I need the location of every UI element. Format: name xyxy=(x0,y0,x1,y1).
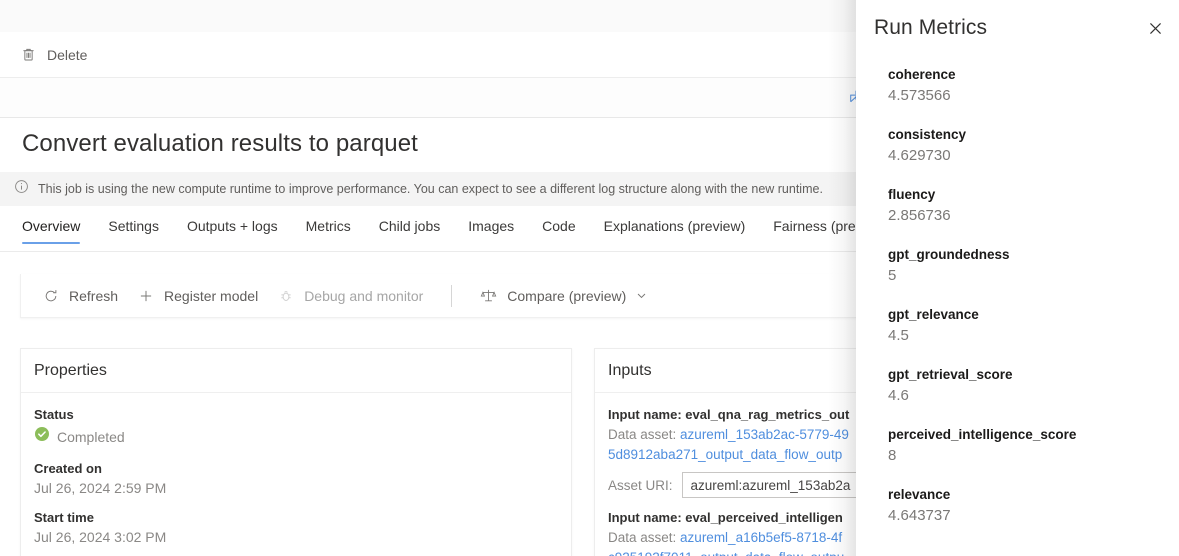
bug-icon xyxy=(278,288,294,304)
asset-uri-label: Asset URI: xyxy=(608,478,673,493)
delete-label: Delete xyxy=(47,47,87,63)
metric-item: gpt_relevance 4.5 xyxy=(888,306,1167,346)
data-asset-label: Data asset: xyxy=(608,530,680,545)
register-model-button[interactable]: Register model xyxy=(130,280,266,312)
tab-label: Images xyxy=(468,218,514,234)
tab-label: Outputs + logs xyxy=(187,218,278,234)
tab-settings[interactable]: Settings xyxy=(94,210,173,246)
metric-name: perceived_intelligence_score xyxy=(888,426,1167,444)
created-on-label: Created on xyxy=(34,461,558,476)
metrics-list: coherence 4.573566 consistency 4.629730 … xyxy=(888,66,1167,546)
command-bar-divider xyxy=(451,285,452,307)
metric-value: 4.5 xyxy=(888,325,1167,346)
metric-name: coherence xyxy=(888,66,1167,84)
plus-icon xyxy=(138,288,154,304)
created-on-field: Created on Jul 26, 2024 2:59 PM xyxy=(34,461,558,496)
compare-preview-label: Compare (preview) xyxy=(507,288,626,304)
metric-value: 4.6 xyxy=(888,385,1167,406)
metric-name: gpt_retrieval_score xyxy=(888,366,1167,384)
refresh-icon xyxy=(43,288,59,304)
close-icon[interactable] xyxy=(1139,12,1171,44)
delete-button[interactable]: Delete xyxy=(12,39,95,71)
metric-value: 5 xyxy=(888,265,1167,286)
metric-name: gpt_relevance xyxy=(888,306,1167,324)
status-badge: Completed xyxy=(34,426,558,447)
debug-and-monitor-label: Debug and monitor xyxy=(304,288,423,304)
app-root: Delete Share Convert evaluation results … xyxy=(0,0,1179,556)
metric-item: gpt_retrieval_score 4.6 xyxy=(888,366,1167,406)
start-time-label: Start time xyxy=(34,510,558,525)
metric-item: coherence 4.573566 xyxy=(888,66,1167,106)
tab-code[interactable]: Code xyxy=(528,210,589,246)
run-metrics-panel: Run Metrics coherence 4.573566 consisten… xyxy=(856,0,1179,556)
tab-fairness[interactable]: Fairness (pre xyxy=(759,210,869,246)
scales-icon xyxy=(480,287,497,304)
status-label: Status xyxy=(34,407,558,422)
metric-value: 4.643737 xyxy=(888,505,1167,526)
page-title: Convert evaluation results to parquet xyxy=(22,130,418,158)
properties-card-body: Status Completed Created on Jul 26, 20 xyxy=(21,393,571,545)
metric-value: 2.856736 xyxy=(888,205,1167,226)
status-value: Completed xyxy=(57,429,125,445)
tab-label: Explanations (preview) xyxy=(604,218,746,234)
metric-name: relevance xyxy=(888,486,1167,504)
trash-icon xyxy=(20,46,37,63)
tab-overview[interactable]: Overview xyxy=(22,210,94,246)
metric-item: relevance 4.643737 xyxy=(888,486,1167,526)
status-field: Status Completed xyxy=(34,407,558,447)
metric-name: gpt_groundedness xyxy=(888,246,1167,264)
check-circle-icon xyxy=(34,426,50,447)
metric-value: 8 xyxy=(888,445,1167,466)
run-metrics-title: Run Metrics xyxy=(874,16,987,40)
tab-label: Overview xyxy=(22,218,80,234)
refresh-button[interactable]: Refresh xyxy=(35,280,126,312)
metric-item: gpt_groundedness 5 xyxy=(888,246,1167,286)
metric-item: fluency 2.856736 xyxy=(888,186,1167,226)
metric-item: consistency 4.629730 xyxy=(888,126,1167,166)
tab-metrics[interactable]: Metrics xyxy=(292,210,365,246)
metric-value: 4.573566 xyxy=(888,85,1167,106)
properties-card: Properties Status Completed xyxy=(20,348,572,556)
metric-value: 4.629730 xyxy=(888,145,1167,166)
tab-outputs-logs[interactable]: Outputs + logs xyxy=(173,210,292,246)
register-model-label: Register model xyxy=(164,288,258,304)
info-banner-text: This job is using the new compute runtim… xyxy=(38,182,823,196)
data-asset-label: Data asset: xyxy=(608,427,680,442)
tab-explanations[interactable]: Explanations (preview) xyxy=(590,210,760,246)
tab-child-jobs[interactable]: Child jobs xyxy=(365,210,454,246)
tab-label: Child jobs xyxy=(379,218,440,234)
data-asset-link[interactable]: azureml_153ab2ac-5779-49 xyxy=(680,427,849,442)
tab-label: Code xyxy=(542,218,575,234)
tab-images[interactable]: Images xyxy=(454,210,528,246)
metric-item: perceived_intelligence_score 8 xyxy=(888,426,1167,466)
metric-name: fluency xyxy=(888,186,1167,204)
start-time-value: Jul 26, 2024 3:02 PM xyxy=(34,529,558,545)
metric-name: consistency xyxy=(888,126,1167,144)
refresh-label: Refresh xyxy=(69,288,118,304)
tab-label: Metrics xyxy=(306,218,351,234)
data-asset-link[interactable]: azureml_a16b5ef5-8718-4f xyxy=(680,530,842,545)
info-icon xyxy=(14,179,29,199)
start-time-field: Start time Jul 26, 2024 3:02 PM xyxy=(34,510,558,545)
tab-label: Settings xyxy=(108,218,159,234)
chevron-down-icon xyxy=(636,290,647,301)
debug-and-monitor-button: Debug and monitor xyxy=(270,280,431,312)
properties-card-title: Properties xyxy=(21,349,571,393)
created-on-value: Jul 26, 2024 2:59 PM xyxy=(34,480,558,496)
tab-label: Fairness (pre xyxy=(773,218,855,234)
compare-preview-button[interactable]: Compare (preview) xyxy=(472,280,655,312)
